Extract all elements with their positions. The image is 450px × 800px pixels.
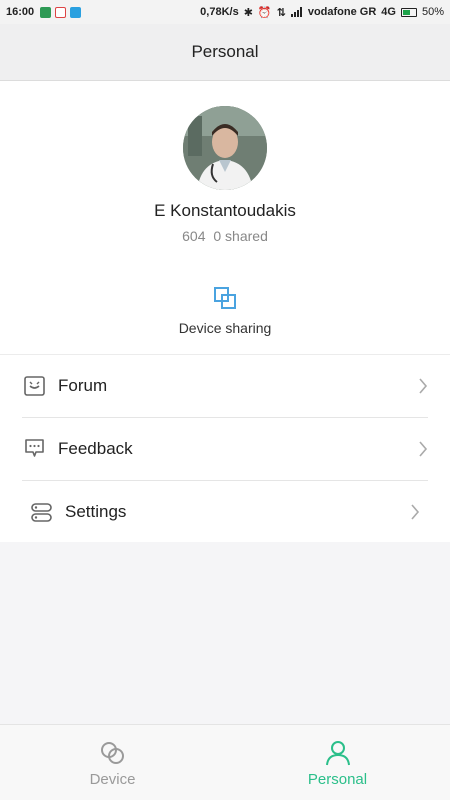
app-header: Personal: [0, 24, 450, 81]
toggles-icon: [31, 503, 52, 522]
chevron-right-icon: [419, 378, 428, 394]
menu-item-settings[interactable]: Settings: [0, 481, 450, 543]
device-sharing-label: Device sharing: [178, 320, 272, 336]
menu-item-label: Feedback: [58, 439, 133, 458]
device-sharing-icon: [214, 287, 236, 309]
device-sharing-button[interactable]: Device sharing: [150, 286, 300, 338]
gmail-icon: [55, 6, 67, 18]
nav-tab-label: Device: [89, 770, 136, 788]
nav-tab-personal[interactable]: Personal: [225, 725, 450, 800]
chevron-right-icon: [411, 504, 420, 520]
smiley-box-icon: [24, 376, 45, 396]
status-time: 16:00: [6, 6, 35, 18]
bottom-nav: Device Personal: [0, 724, 450, 800]
skype-icon: [70, 6, 82, 18]
notification-app-icon: [40, 6, 52, 18]
profile-stats: 604 0 shared: [0, 228, 450, 244]
profile-shared: 0 shared: [213, 228, 268, 244]
net-speed: 0,78K/s: [200, 6, 239, 18]
menu-list: Forum Feedback Settings: [0, 354, 450, 542]
nav-tab-device[interactable]: Device: [0, 725, 225, 800]
avatar-photo: [183, 106, 267, 190]
bluetooth-icon: ✱: [243, 6, 253, 19]
chat-bubble-icon: [25, 439, 44, 457]
status-right-group: 0,78K/s ✱ ⏰ ⇅ vodafone GR 4G 50%: [200, 6, 444, 19]
menu-item-label: Settings: [65, 502, 127, 521]
carrier-name: vodafone GR: [307, 6, 377, 18]
menu-item-feedback[interactable]: Feedback: [0, 418, 450, 480]
alarm-icon: ⏰: [257, 6, 272, 19]
network-type: 4G: [381, 6, 396, 18]
battery-percent: 50%: [421, 6, 444, 18]
avatar[interactable]: [183, 106, 267, 190]
battery-icon: [400, 7, 417, 17]
profile-card: E Konstantoudakis 604 0 shared Device sh…: [0, 81, 450, 354]
menu-item-forum[interactable]: Forum: [0, 355, 450, 417]
data-transfer-icon: ⇅: [276, 6, 286, 19]
profile-name: E Konstantoudakis: [154, 201, 296, 220]
chevron-right-icon: [419, 441, 428, 457]
profile-count: 604: [182, 228, 206, 244]
status-bar: 16:00 0,78K/s ✱ ⏰ ⇅ vodafone GR 4G 50%: [0, 0, 450, 24]
link-rings-icon: [100, 741, 124, 764]
nav-tab-label: Personal: [307, 770, 368, 788]
person-icon: [325, 740, 350, 765]
menu-item-label: Forum: [58, 376, 108, 395]
signal-icon: [290, 7, 302, 17]
page-title: Personal: [191, 42, 259, 61]
